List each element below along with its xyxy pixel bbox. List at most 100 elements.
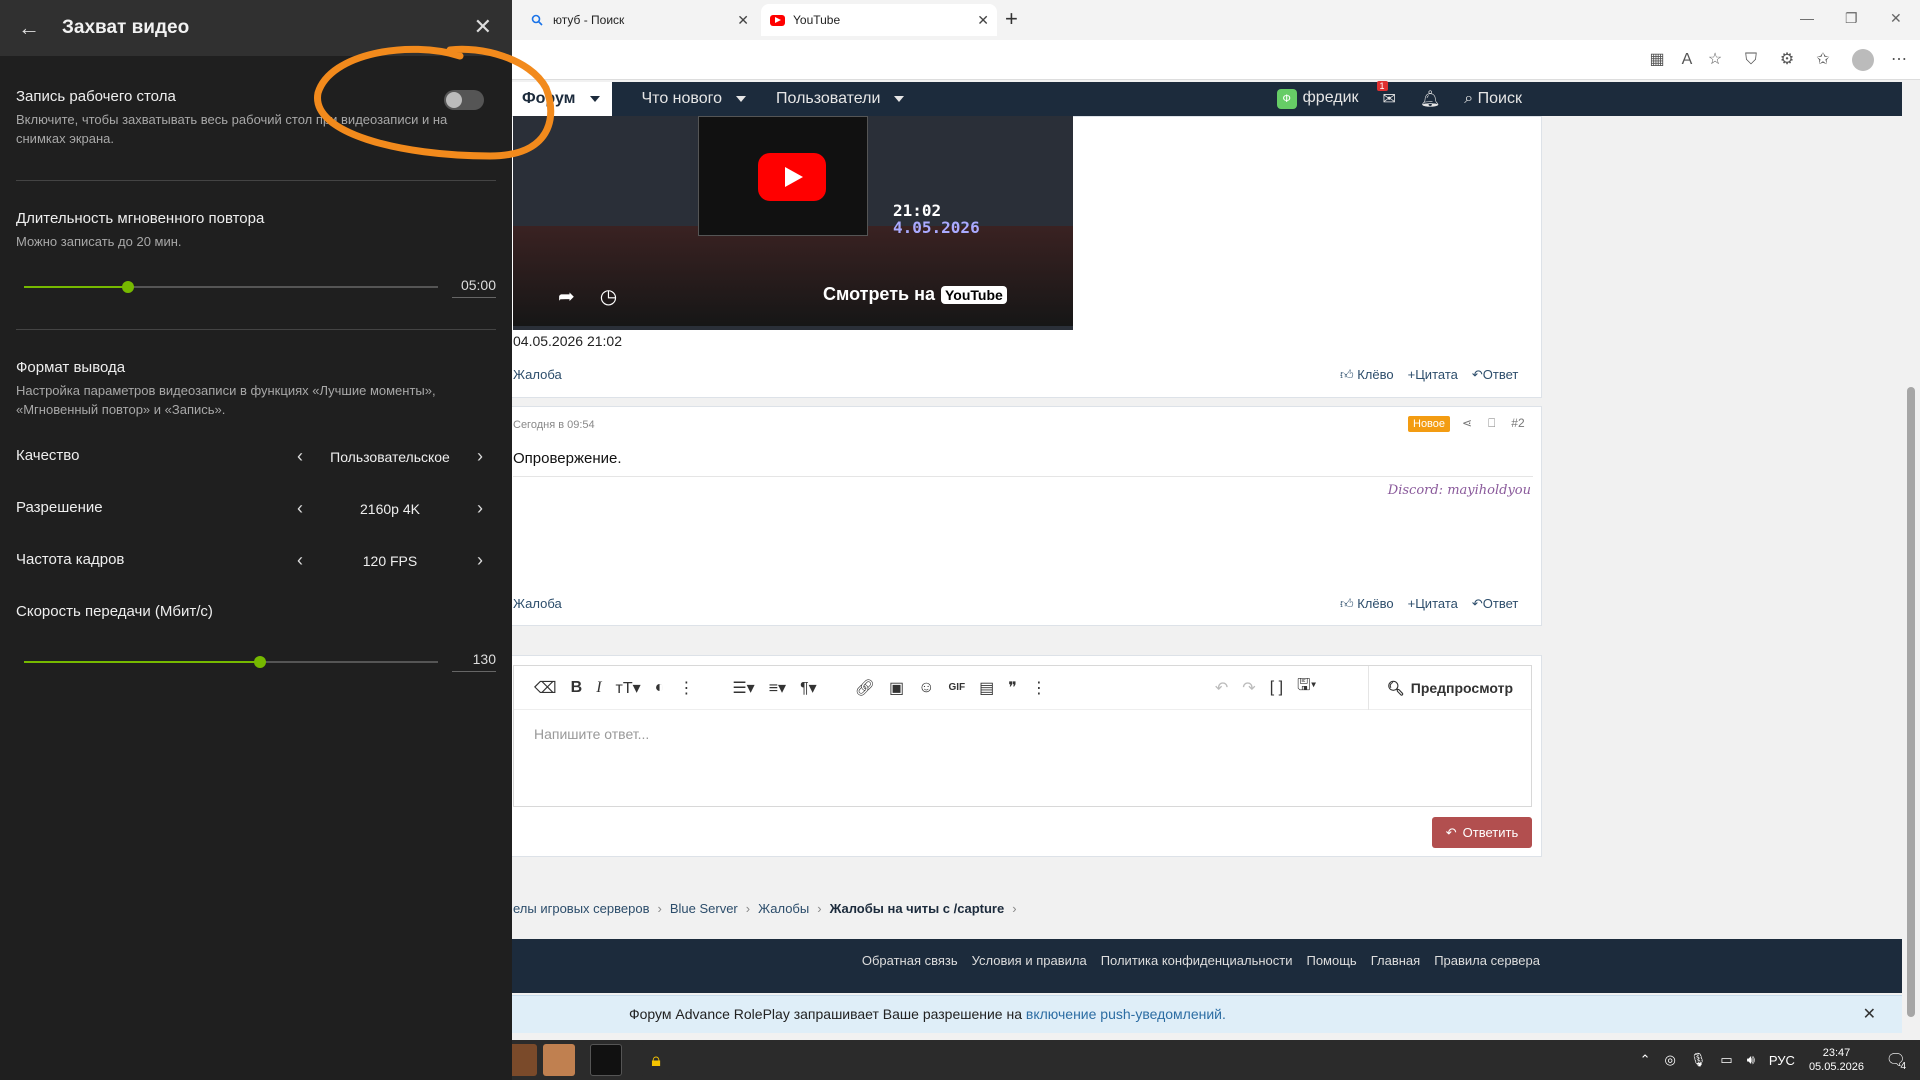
chevron-right-icon[interactable]: › [470, 550, 490, 571]
inbox-icon[interactable]: ✉ 1 [1376, 81, 1396, 109]
chevron-right-icon[interactable]: › [470, 498, 490, 519]
nav-users[interactable]: Пользователи [776, 90, 905, 108]
footer-link[interactable]: Политика конфиденциальности [1101, 953, 1293, 968]
watch-on-youtube[interactable]: Смотреть на YouTube [823, 284, 1007, 305]
breadcrumb-item[interactable]: Жалобы [758, 901, 809, 916]
chevron-left-icon[interactable]: ‹ [290, 550, 310, 571]
redo-icon[interactable]: ↷ [1242, 678, 1255, 698]
tray-app-icon[interactable]: ◎ [1665, 1052, 1676, 1068]
like-button[interactable]: 👍︎ Клёво [1340, 596, 1394, 612]
push-link[interactable]: включение push-уведомлений. [1026, 1006, 1226, 1022]
palette-icon[interactable]: ◐ [655, 679, 665, 697]
breadcrumb-item[interactable]: Жалобы на читы с /capture [830, 901, 1005, 916]
clock-icon[interactable]: ◷ [600, 284, 617, 309]
share-icon[interactable]: ⋖ [1462, 416, 1472, 431]
link-icon[interactable]: 🔗︎ [855, 678, 875, 698]
bookmark-icon[interactable]: ⎕ [1488, 416, 1495, 431]
clock[interactable]: 23:47 05.05.2026 [1809, 1046, 1864, 1074]
align-icon[interactable]: ≡▾ [769, 678, 786, 698]
favorites-icon[interactable]: ✩ [1812, 49, 1834, 71]
instant-replay-value[interactable]: 05:00 [452, 277, 496, 298]
search-button[interactable]: ⌕ Поиск [1464, 90, 1522, 108]
more-icon[interactable]: ⋮ [1031, 678, 1047, 698]
nav-forum[interactable]: Форум [510, 82, 612, 116]
network-icon[interactable]: ▭ [1720, 1052, 1732, 1068]
chevron-left-icon[interactable]: ‹ [290, 446, 310, 467]
breadcrumb-item[interactable]: Blue Server [670, 901, 738, 916]
more-icon[interactable]: ⋮ [678, 678, 694, 698]
footer-link[interactable]: Обратная связь [862, 953, 958, 968]
bitrate-slider[interactable] [24, 656, 438, 668]
gif-icon[interactable]: GIF [948, 682, 965, 693]
close-icon[interactable]: ✕ [1863, 1004, 1876, 1024]
like-button[interactable]: 👍︎ Клёво [1340, 367, 1394, 383]
page-scrollbar[interactable] [1902, 82, 1920, 1036]
submit-reply-button[interactable]: ↶ Ответить [1432, 817, 1532, 848]
more-menu-icon[interactable]: ⋯ [1888, 49, 1910, 71]
language-indicator[interactable]: РУС [1769, 1053, 1795, 1068]
volume-icon[interactable]: 🔊︎ [1747, 1052, 1755, 1068]
microphone-icon[interactable]: 🎙︎ [1690, 1052, 1707, 1068]
profile-avatar[interactable] [1852, 49, 1874, 71]
paragraph-icon[interactable]: ¶▾ [800, 678, 817, 698]
quote-icon[interactable]: ❞ [1008, 678, 1017, 698]
desktop-capture-toggle[interactable] [444, 90, 484, 110]
list-icon[interactable]: ☰▾ [732, 678, 754, 698]
back-arrow-icon[interactable]: ← [18, 15, 40, 41]
tab-close-icon[interactable]: ✕ [737, 12, 749, 29]
post-meta[interactable]: Сегодня в 09:54 [513, 419, 595, 431]
footer-link[interactable]: Главная [1371, 953, 1420, 968]
reply-input[interactable]: Напишите ответ... [514, 710, 1531, 758]
framerate-selector[interactable]: ‹ 120 FPS › [290, 550, 490, 571]
image-icon[interactable]: ▣ [889, 678, 904, 698]
bitrate-value[interactable]: 130 [452, 651, 496, 672]
brackets-icon[interactable]: [ ] [1270, 679, 1283, 697]
reply-button[interactable]: ↶Ответ [1472, 367, 1519, 383]
notifications-icon[interactable]: 🗨︎ 4 [1886, 1050, 1906, 1072]
slider-thumb[interactable] [121, 281, 134, 293]
save-draft-icon[interactable]: 🖫︎▾ [1297, 674, 1317, 701]
footer-link[interactable]: Правила сервера [1434, 953, 1540, 968]
eraser-icon[interactable]: ⌫ [534, 678, 557, 698]
share-icon[interactable]: ➦ [558, 284, 575, 309]
preview-button[interactable]: 🔍︎ Предпросмотр [1367, 666, 1531, 710]
minimize-button[interactable]: — [1800, 10, 1814, 26]
nav-whats-new[interactable]: Что нового [642, 90, 747, 108]
tab-search[interactable]: ютуб - Поиск ✕ [521, 4, 757, 36]
undo-icon[interactable]: ↶ [1215, 678, 1228, 698]
app-available-icon[interactable]: ▦ [1646, 49, 1668, 71]
bold-icon[interactable]: B [571, 679, 583, 697]
report-link[interactable]: Жалоба [513, 367, 562, 382]
text-size-icon[interactable]: тT▾ [616, 678, 641, 698]
emoji-icon[interactable]: ☺ [918, 679, 934, 697]
footer-link[interactable]: Помощь [1306, 953, 1356, 968]
chevron-left-icon[interactable]: ‹ [290, 498, 310, 519]
italic-icon[interactable]: I [596, 679, 601, 697]
shield-icon[interactable]: ⛉ [1740, 49, 1762, 71]
media-icon[interactable]: ▤ [979, 678, 994, 698]
close-window-button[interactable]: ✕ [1890, 10, 1902, 27]
chevron-right-icon[interactable]: › [470, 446, 490, 467]
tray-chevron-icon[interactable]: ⌃ [1640, 1052, 1651, 1068]
footer-link[interactable]: Условия и правила [972, 953, 1087, 968]
favorite-star-icon[interactable]: ☆ [1704, 49, 1726, 71]
reply-button[interactable]: ↶Ответ [1472, 596, 1519, 612]
user-menu[interactable]: Ффредик [1276, 89, 1359, 109]
resolution-selector[interactable]: ‹ 2160p 4K › [290, 498, 490, 519]
scroll-thumb[interactable] [1907, 387, 1915, 1017]
bell-icon[interactable]: 🔔︎ [1420, 89, 1440, 109]
breadcrumb-item[interactable]: елы игровых серверов [513, 901, 649, 916]
play-button[interactable] [758, 153, 826, 201]
close-icon[interactable]: ✕ [474, 14, 492, 40]
new-tab-button[interactable]: + [1005, 6, 1018, 32]
report-link[interactable]: Жалоба [513, 596, 562, 611]
quote-button[interactable]: +Цитата [1408, 596, 1458, 612]
quote-button[interactable]: +Цитата [1408, 367, 1458, 383]
restore-button[interactable]: ❐ [1845, 10, 1858, 27]
terminal-icon[interactable] [590, 1044, 622, 1076]
post-number[interactable]: #2 [1511, 416, 1524, 431]
youtube-embed[interactable]: 21:02 4.05.2026 ➦ ◷ Смотреть на YouTube [513, 116, 1073, 330]
lock-app-icon[interactable]: 🔒︎ [640, 1044, 672, 1076]
url-input[interactable] [510, 44, 1620, 74]
read-aloud-icon[interactable]: A [1676, 49, 1698, 71]
